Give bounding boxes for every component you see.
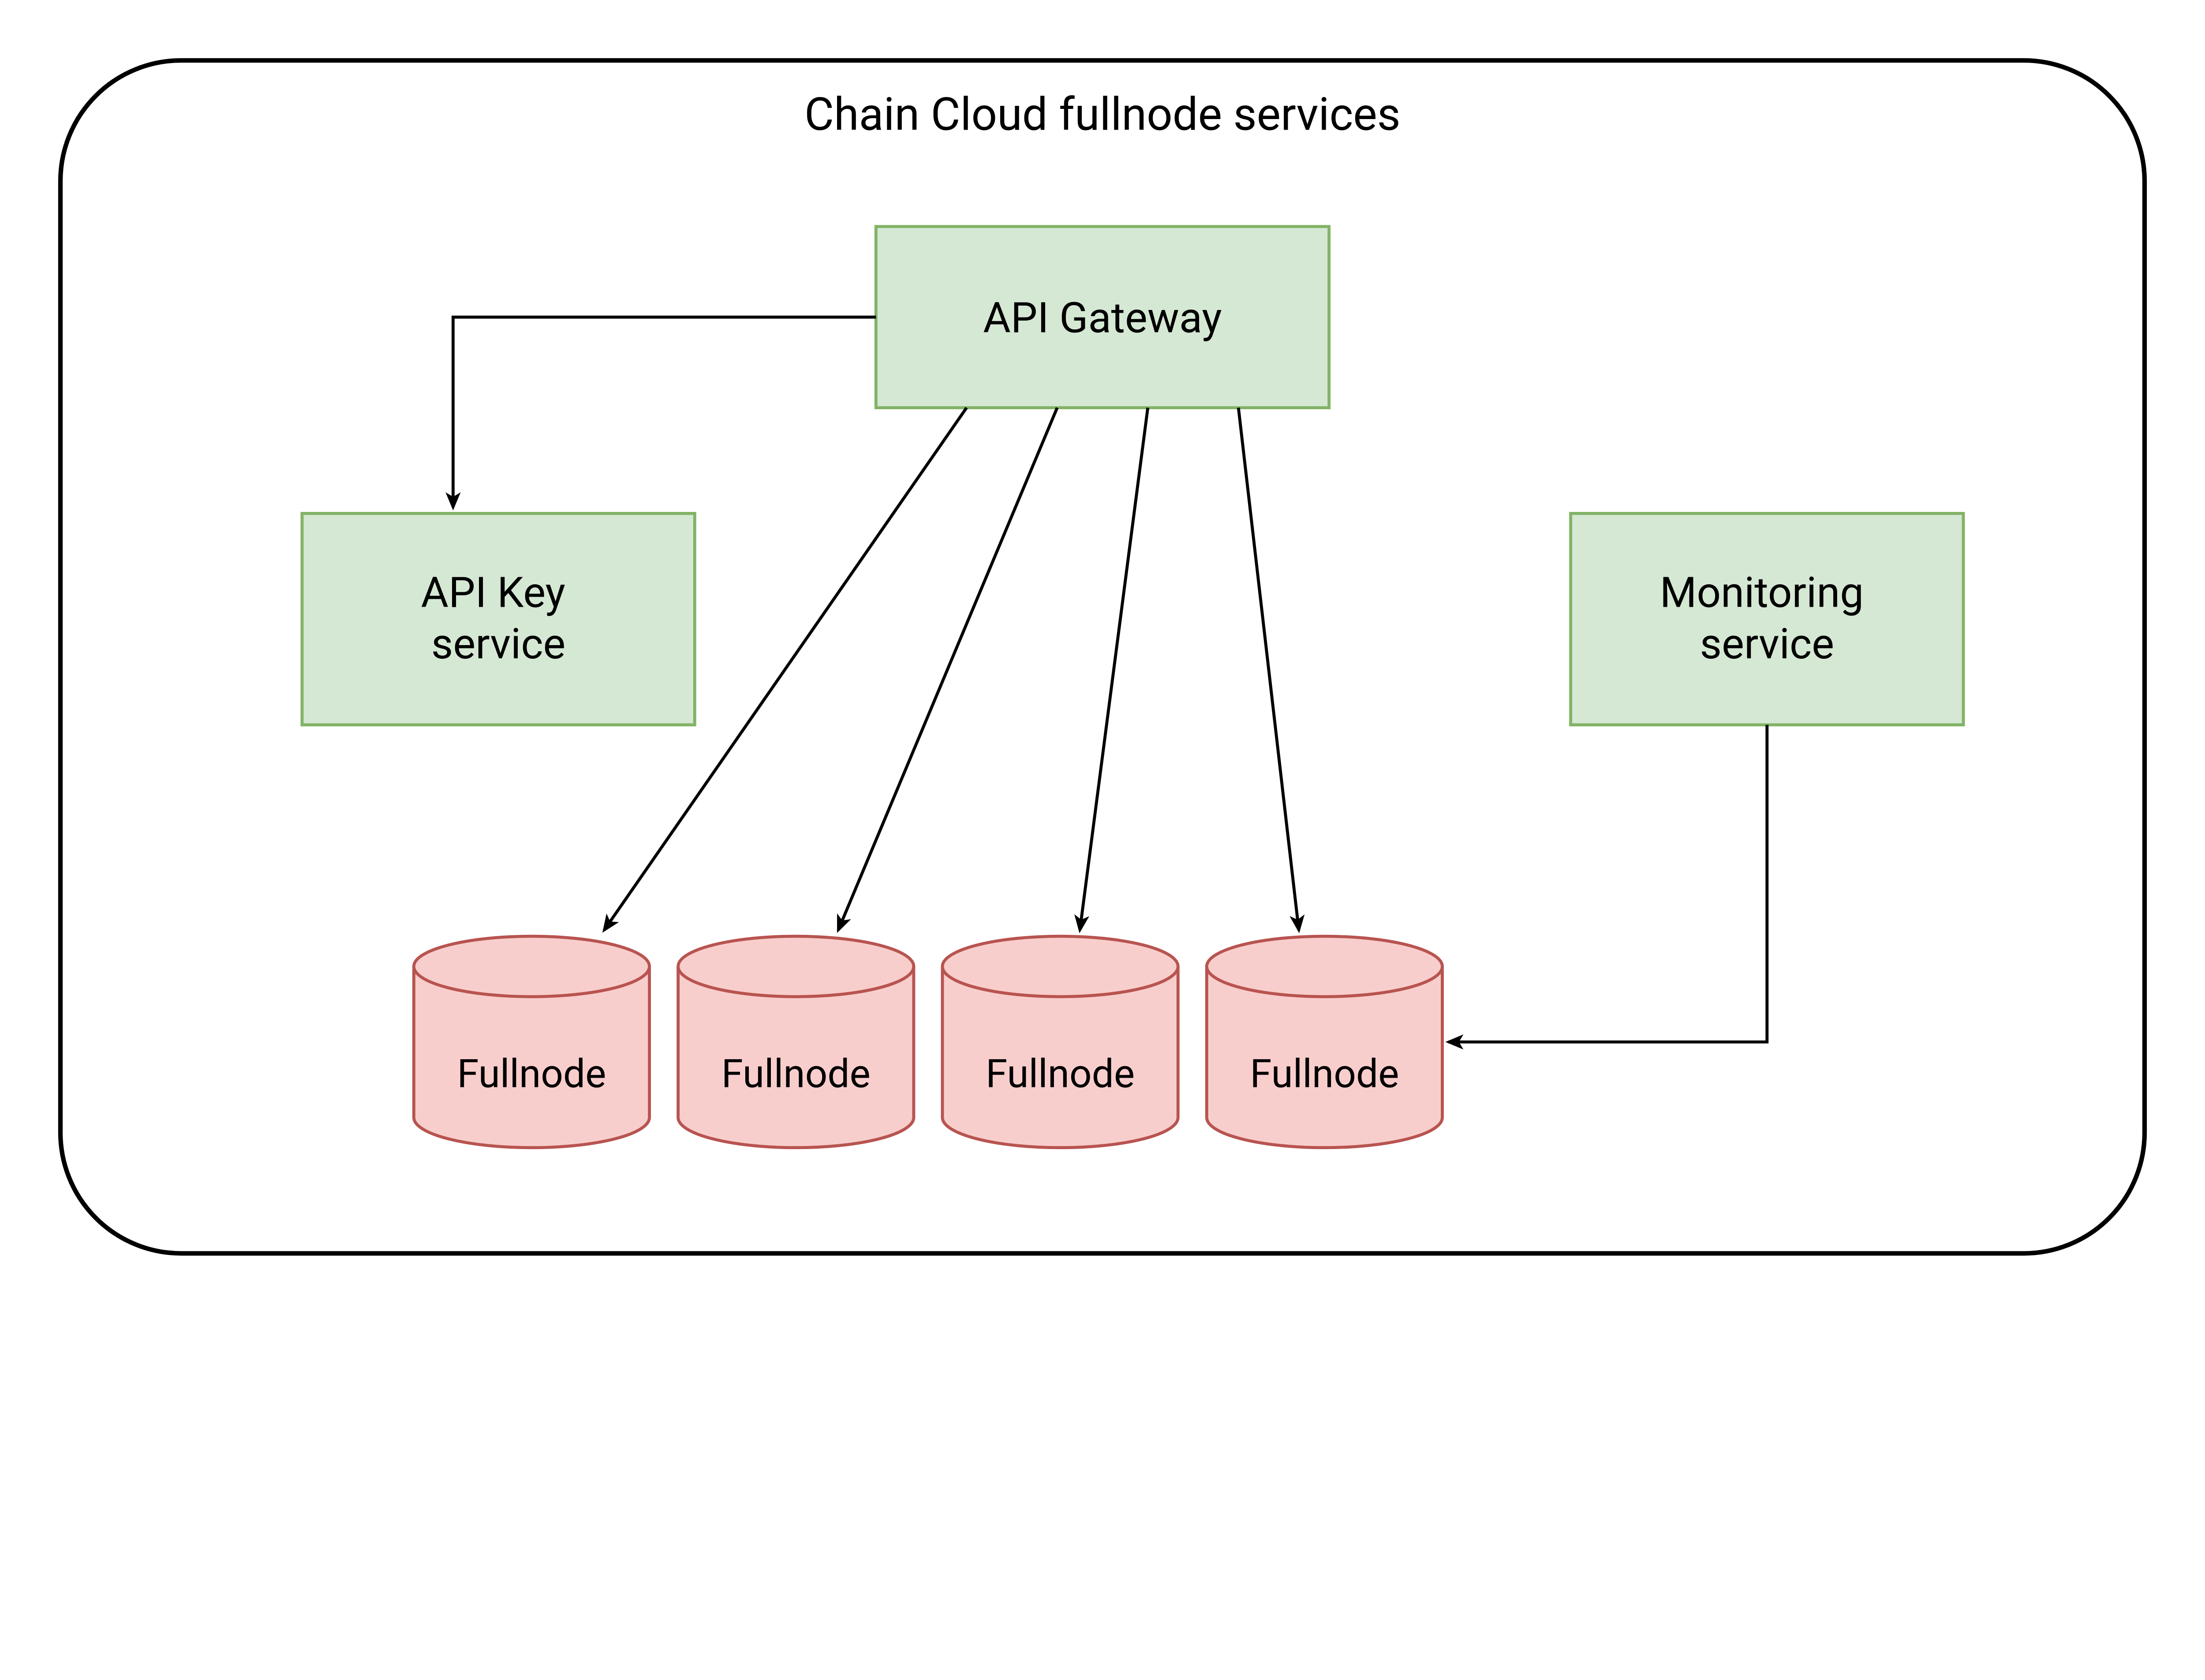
fullnode-3-label: Fullnode	[1250, 1051, 1399, 1097]
architecture-diagram: Chain Cloud fullnode services API Gatewa…	[0, 0, 2205, 1314]
fullnode-2: Fullnode	[942, 936, 1178, 1147]
monitoring-service-node: Monitoring service	[1571, 513, 1963, 724]
monitoring-service-label-line2: service	[1700, 620, 1834, 669]
edge-monitoring-to-fullnode-3	[1448, 725, 1767, 1042]
monitoring-service-label-line1: Monitoring	[1660, 568, 1864, 618]
fullnode-2-label: Fullnode	[986, 1051, 1135, 1097]
edge-gateway-to-fullnode-2	[1080, 408, 1148, 930]
fullnode-0-label: Fullnode	[457, 1051, 606, 1097]
api-key-service-label-line1: API Key	[421, 568, 565, 618]
api-gateway-label: API Gateway	[983, 293, 1222, 343]
api-key-service-node: API Key service	[302, 513, 695, 724]
api-key-service-label-line2: service	[431, 620, 565, 669]
edge-gateway-to-apikey	[453, 317, 876, 508]
edge-gateway-to-fullnode-3	[1238, 408, 1299, 930]
api-gateway-node: API Gateway	[876, 227, 1329, 408]
fullnode-1-label: Fullnode	[721, 1051, 871, 1097]
diagram-title: Chain Cloud fullnode services	[804, 89, 1401, 142]
fullnode-1: Fullnode	[678, 936, 914, 1147]
edge-gateway-to-fullnode-1	[838, 408, 1058, 930]
fullnode-3: Fullnode	[1207, 936, 1442, 1147]
fullnode-0: Fullnode	[414, 936, 649, 1147]
